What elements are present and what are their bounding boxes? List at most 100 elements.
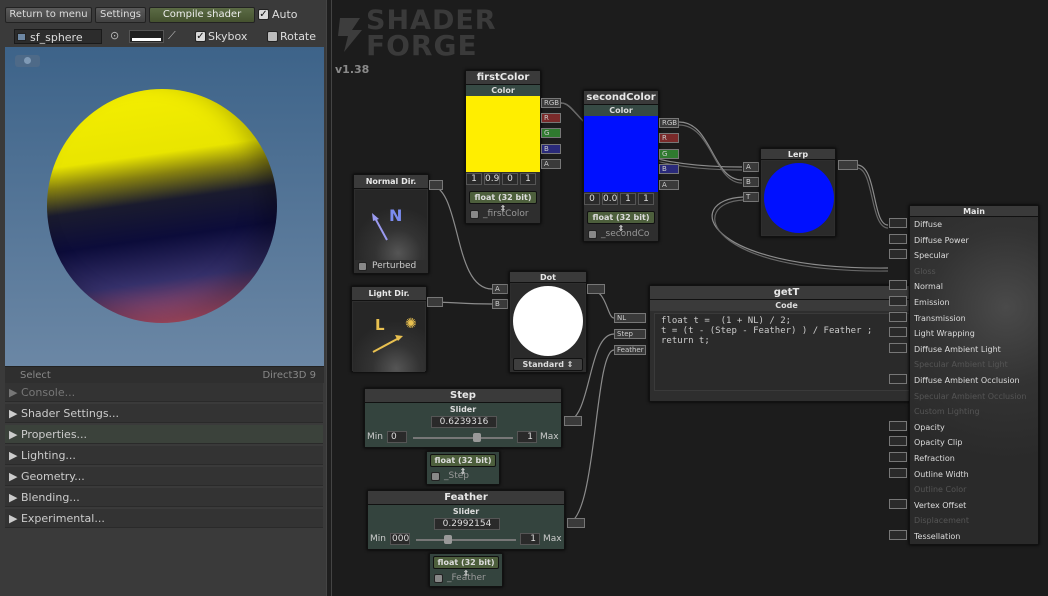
dot-input-b[interactable]: B (492, 299, 508, 309)
second-color-rgb-port[interactable]: RGB (659, 118, 679, 128)
section-experimental[interactable]: ▶ Experimental... (5, 509, 323, 528)
main-input-port[interactable] (889, 280, 907, 291)
skybox-checkbox[interactable]: ✓ (195, 31, 206, 42)
lerp-output-port[interactable] (838, 160, 858, 170)
precision-dropdown[interactable]: float (32 bit) ⇕ (433, 556, 499, 578)
step-output-port[interactable] (564, 416, 582, 426)
second-color-b-field[interactable]: 1 (620, 193, 636, 205)
node-first-color[interactable]: firstColor Color 1 0.9 0 1 float (32 bit… (465, 70, 541, 224)
second-color-g-port[interactable]: G (659, 149, 679, 159)
first-color-rgb-port[interactable]: RGB (541, 98, 561, 108)
node-second-color[interactable]: secondColor Color 0 0.0 1 1 float (32 bi… (583, 90, 659, 242)
feather-min-field[interactable]: 000 (390, 533, 410, 545)
gett-input-step[interactable]: Step (614, 329, 646, 339)
main-input-port[interactable] (889, 249, 907, 260)
property-checkbox[interactable] (470, 210, 479, 219)
second-color-b-port[interactable]: B (659, 164, 679, 174)
gett-input-nl[interactable]: NL (614, 313, 646, 323)
second-color-swatch[interactable] (584, 116, 658, 192)
property-checkbox[interactable] (588, 230, 597, 239)
main-input-port[interactable] (889, 327, 907, 338)
node-main[interactable]: Main Diffuse Diffuse Power Specular Gloss No… (909, 205, 1039, 545)
main-input-port[interactable] (889, 342, 907, 353)
node-gett[interactable]: getT Code float t = (1 + NL) / 2; t = (t… (649, 285, 924, 402)
return-to-menu-button[interactable]: Return to menu (5, 7, 92, 23)
main-input-port[interactable] (889, 296, 907, 306)
node-step[interactable]: Step Slider 0.6239316 Min 0 1 Max (364, 388, 562, 448)
compile-shader-button[interactable]: Compile shader (149, 7, 255, 23)
first-color-g-port[interactable]: G (541, 128, 561, 138)
property-checkbox[interactable] (434, 574, 443, 583)
second-color-g-field[interactable]: 0.0 (602, 193, 618, 205)
feather-slider-handle[interactable] (444, 535, 452, 544)
mesh-picker-icon[interactable]: ⊙ (110, 29, 119, 42)
main-input-port[interactable] (889, 530, 907, 540)
node-light-dir[interactable]: Light Dir. L ✺ (351, 286, 427, 372)
main-input-port[interactable] (889, 467, 907, 478)
normal-dir-output-port[interactable] (429, 180, 443, 190)
first-color-a-port[interactable]: A (541, 159, 561, 169)
dot-output-port[interactable] (587, 284, 605, 294)
lerp-input-t[interactable]: T (743, 192, 759, 202)
gett-input-feather[interactable]: Feather (614, 345, 646, 355)
precision-dropdown[interactable]: float (32 bit) ⇕ (430, 454, 496, 476)
lerp-input-a[interactable]: A (743, 162, 759, 172)
eyedropper-icon[interactable]: ⟋ (168, 29, 176, 43)
second-color-a-field[interactable]: 1 (638, 193, 654, 205)
code-editor[interactable]: float t = (1 + NL) / 2; t = (t - (Step -… (654, 313, 919, 391)
lerp-input-b[interactable]: B (743, 177, 759, 187)
mesh-field[interactable]: sf_sphere (14, 29, 102, 44)
first-color-r-port[interactable]: R (541, 113, 561, 123)
feather-max-field[interactable]: 1 (520, 533, 540, 545)
main-input-port[interactable] (889, 374, 907, 384)
light-dir-output-port[interactable] (427, 297, 443, 307)
node-lerp[interactable]: Lerp (760, 148, 836, 237)
node-dot[interactable]: Dot Standard ⇕ (509, 271, 587, 373)
first-color-b-port[interactable]: B (541, 144, 561, 154)
second-color-r-field[interactable]: 0 (584, 193, 600, 205)
section-lighting[interactable]: ▶ Lighting... (5, 446, 323, 465)
first-color-b-field[interactable]: 0 (502, 173, 518, 185)
first-color-g-field[interactable]: 0.9 (484, 173, 500, 185)
main-input-port[interactable] (889, 452, 907, 462)
feather-output-port[interactable] (567, 518, 585, 528)
node-canvas[interactable]: SHADER FORGE v1.38 Normal Dir. N Perturb… (332, 0, 1048, 596)
main-input-port[interactable] (889, 498, 907, 509)
main-input-port[interactable] (889, 233, 907, 244)
section-console[interactable]: ▶ Console... (5, 383, 323, 402)
property-checkbox[interactable] (431, 472, 440, 481)
main-input-port[interactable] (889, 311, 907, 322)
dot-input-a[interactable]: A (492, 284, 508, 294)
feather-value-field[interactable]: 0.2992154 (434, 518, 500, 530)
main-input-port[interactable] (889, 436, 907, 447)
main-input-port[interactable] (889, 218, 907, 228)
node-normal-dir[interactable]: Normal Dir. N Perturbed (353, 174, 429, 274)
step-slider-track[interactable] (413, 437, 513, 439)
step-value-field[interactable]: 0.6239316 (431, 416, 497, 428)
first-color-a-field[interactable]: 1 (520, 173, 536, 185)
step-max-field[interactable]: 1 (517, 431, 537, 443)
step-min-field[interactable]: 0 (387, 431, 407, 443)
rotate-checkbox[interactable] (267, 31, 278, 42)
node-feather[interactable]: Feather Slider 0.2992154 Min 000 1 Max (367, 490, 565, 550)
precision-dropdown[interactable]: float (32 bit) ⇕ (587, 211, 655, 233)
light-color-swatch[interactable] (129, 30, 164, 43)
perturbed-checkbox[interactable] (358, 262, 367, 271)
second-color-a-port[interactable]: A (659, 180, 679, 190)
first-color-swatch[interactable] (466, 96, 540, 172)
dot-mode-dropdown[interactable]: Standard ⇕ (513, 358, 583, 371)
step-slider-handle[interactable] (473, 433, 481, 442)
second-color-r-port[interactable]: R (659, 133, 679, 143)
precision-dropdown[interactable]: float (32 bit) ⇕ (469, 191, 537, 213)
camera-icon[interactable] (15, 55, 40, 67)
section-geometry[interactable]: ▶ Geometry... (5, 467, 323, 486)
section-blending[interactable]: ▶ Blending... (5, 488, 323, 507)
section-properties[interactable]: ▶ Properties... (5, 425, 323, 444)
feather-slider-track[interactable] (416, 539, 516, 541)
first-color-r-field[interactable]: 1 (466, 173, 482, 185)
section-shader-settings[interactable]: ▶ Shader Settings... (5, 404, 323, 423)
settings-button[interactable]: Settings (95, 7, 146, 23)
auto-checkbox[interactable]: ✓ (258, 9, 269, 20)
main-input-port[interactable] (889, 420, 907, 431)
shader-preview[interactable] (5, 47, 324, 366)
